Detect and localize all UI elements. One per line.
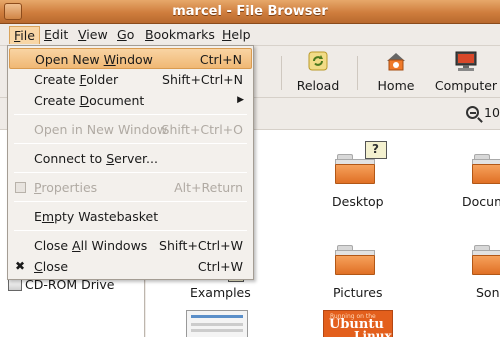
accelerator: Shift+Ctrl+N: [162, 72, 243, 87]
folder-icon[interactable]: [472, 245, 500, 275]
zoom-out-icon[interactable]: [466, 106, 479, 119]
menu-separator: [14, 143, 247, 144]
menu-file[interactable]: File: [9, 26, 40, 44]
accelerator: Shift+Ctrl+O: [161, 122, 243, 137]
menu-item-connect-to-server[interactable]: Connect to Server...: [9, 148, 252, 169]
home-button[interactable]: Home: [366, 50, 426, 93]
folder-icon[interactable]: [335, 245, 375, 275]
computer-icon: [455, 51, 477, 71]
window-titlebar[interactable]: marcel - File Browser: [0, 0, 500, 24]
properties-icon: [15, 182, 26, 193]
menu-item-properties[interactable]: Properties Alt+Return: [9, 177, 252, 198]
reload-icon: [308, 51, 328, 71]
menu-separator: [14, 172, 247, 173]
zoom-control[interactable]: 10: [466, 105, 500, 120]
home-icon: [387, 53, 405, 71]
menu-item-create-document[interactable]: Create Document ▶: [9, 90, 252, 111]
accelerator: Ctrl+W: [197, 259, 243, 274]
cdrom-drive-icon: [8, 279, 22, 291]
menu-item-close-all-windows[interactable]: Close All Windows Shift+Ctrl+W: [9, 235, 252, 256]
thumbnail-subtitle: Linux: [354, 329, 392, 337]
menu-separator: [14, 230, 247, 231]
zoom-level: 10: [484, 105, 500, 120]
file-label-examples[interactable]: Examples: [190, 285, 251, 300]
menu-separator: [14, 114, 247, 115]
reload-button[interactable]: Reload: [288, 50, 348, 93]
submenu-arrow-icon: ▶: [237, 95, 244, 105]
menu-edit[interactable]: Edit: [40, 26, 72, 44]
file-label-documents[interactable]: Docum: [462, 194, 500, 209]
toolbar-separator: [357, 56, 358, 90]
accelerator: Alt+Return: [174, 180, 243, 195]
accelerator: Ctrl+N: [199, 52, 242, 67]
computer-label: Computer: [434, 78, 498, 93]
menu-item-close[interactable]: ✖ Close Ctrl+W: [9, 256, 252, 277]
document-thumbnail[interactable]: [186, 310, 248, 337]
reload-label: Reload: [296, 78, 340, 93]
accelerator: Shift+Ctrl+W: [159, 238, 243, 253]
close-icon: ✖: [15, 259, 26, 273]
menu-item-create-folder[interactable]: Create Folder Shift+Ctrl+N: [9, 69, 252, 90]
menu-separator: [14, 201, 247, 202]
menu-item-open-new-window[interactable]: Open New Window Ctrl+N: [9, 48, 252, 69]
file-label-desktop[interactable]: Desktop: [332, 194, 384, 209]
menu-item-empty-wastebasket[interactable]: Empty Wastebasket: [9, 206, 252, 227]
menu-item-open-in-new-window[interactable]: Open in New Window Shift+Ctrl+O: [9, 119, 252, 140]
folder-icon[interactable]: [472, 154, 500, 184]
menu-go[interactable]: Go: [113, 26, 138, 44]
emblem-icon: [365, 141, 387, 159]
menubar: File Edit View Go Bookmarks Help: [0, 24, 500, 46]
menu-help[interactable]: Help: [218, 26, 255, 44]
computer-button[interactable]: Computer: [432, 50, 500, 93]
menu-view[interactable]: View: [74, 26, 112, 44]
file-label-music[interactable]: Son: [476, 285, 500, 300]
menu-bookmarks[interactable]: Bookmarks: [141, 26, 219, 44]
ubuntu-linux-thumbnail[interactable]: Running on the Ubuntu Linux: [323, 310, 393, 337]
file-menu-dropdown: Open New Window Ctrl+N Create Folder Shi…: [7, 45, 254, 280]
file-label-pictures[interactable]: Pictures: [333, 285, 383, 300]
window-title: marcel - File Browser: [172, 4, 328, 19]
toolbar-separator: [281, 56, 282, 90]
home-label: Home: [377, 78, 415, 93]
